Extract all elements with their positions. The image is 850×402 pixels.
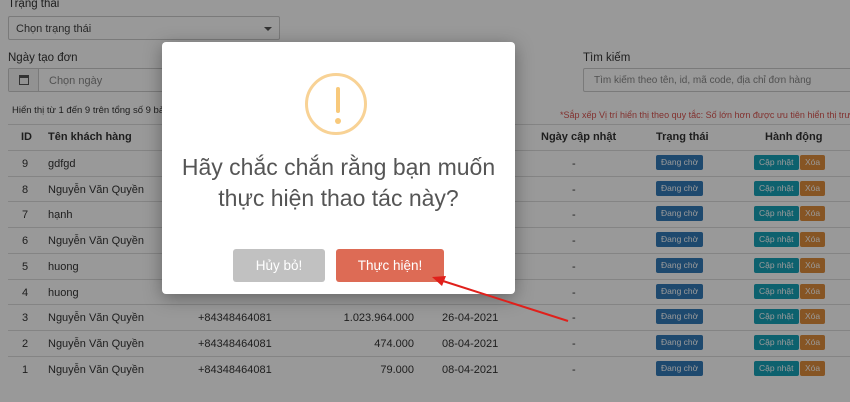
cancel-button[interactable]: Hủy bỏ! xyxy=(233,249,325,282)
confirm-dialog: Hãy chắc chắn rằng bạn muốn thực hiện th… xyxy=(162,42,515,294)
warning-icon xyxy=(305,73,367,135)
warning-icon-dot xyxy=(335,118,341,124)
dialog-title: Hãy chắc chắn rằng bạn muốn thực hiện th… xyxy=(181,154,496,211)
confirm-button[interactable]: Thực hiện! xyxy=(336,249,444,282)
warning-icon-bar xyxy=(336,87,340,113)
